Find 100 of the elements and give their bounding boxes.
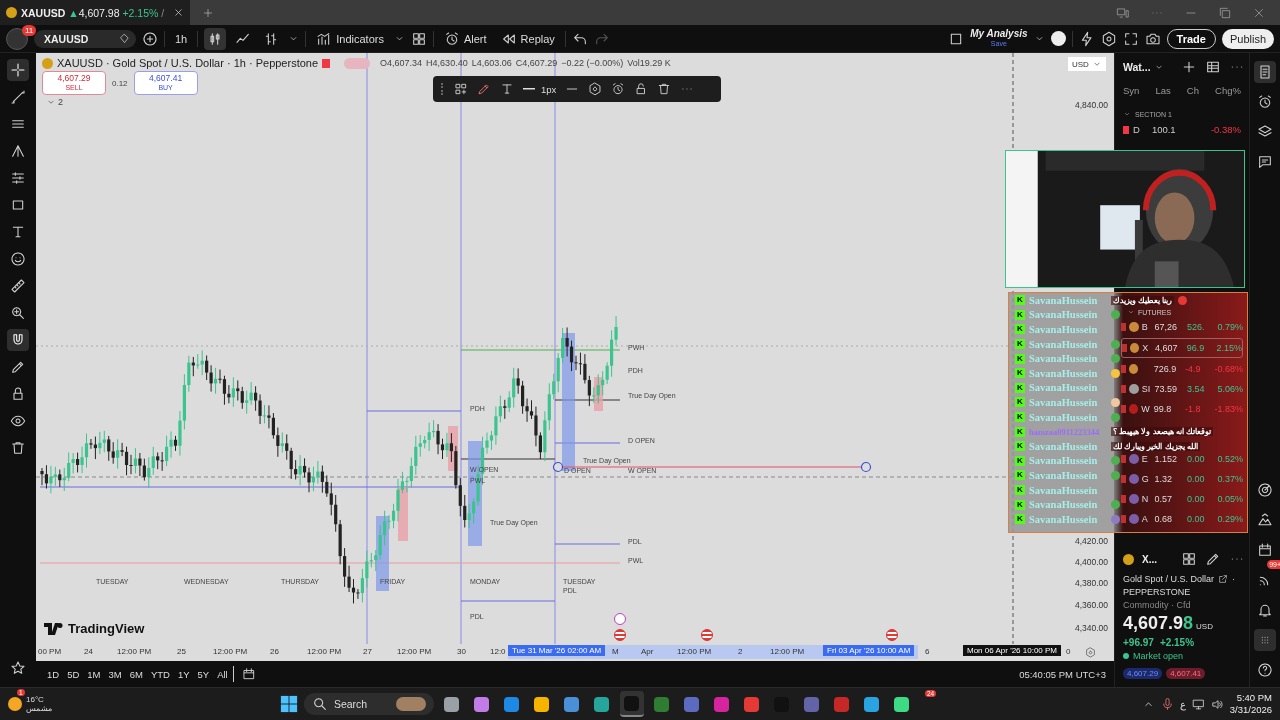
indicators-toggle[interactable]: 2 <box>42 97 70 107</box>
trash-icon[interactable] <box>657 82 672 96</box>
indicators-button[interactable]: Indicators <box>312 28 388 49</box>
zoom-icon <box>10 305 26 321</box>
toggle-icon[interactable] <box>344 57 371 69</box>
watchlist-row[interactable]: A 0.68 0.00 0.29% <box>1121 510 1243 528</box>
monitor-icon[interactable] <box>1191 697 1205 711</box>
watchlist-row[interactable]: SI 73.59 3.54 5.06% <box>1121 380 1243 398</box>
speaker-icon[interactable] <box>1210 697 1224 711</box>
chart-type-button[interactable] <box>204 27 227 50</box>
timeframe-button[interactable]: All <box>214 666 231 682</box>
watchlist-row[interactable]: B 67,26 526. 0.79% <box>1121 318 1243 336</box>
watchlist-row[interactable]: E 1.152 0.00 0.52% <box>1121 450 1243 468</box>
keyboard-language[interactable]: ع <box>1179 698 1186 710</box>
flag-icon[interactable] <box>322 58 331 68</box>
grid-icon[interactable] <box>410 30 427 47</box>
close-icon[interactable] <box>173 7 184 18</box>
column-header[interactable]: Ch <box>1186 85 1199 96</box>
flag-event-icon[interactable] <box>614 629 626 641</box>
text-icon <box>10 224 26 240</box>
caret-icon[interactable] <box>1127 308 1135 316</box>
timeframe-button[interactable]: 1D <box>44 666 63 682</box>
coin-icon <box>6 7 17 18</box>
grid-plus-icon[interactable] <box>454 82 468 96</box>
column-header[interactable]: Las <box>1155 85 1171 96</box>
layout-name[interactable]: My Analysis <box>970 28 1028 39</box>
newtab-icon[interactable] <box>202 6 214 19</box>
network-monitor-icon[interactable] <box>1116 5 1130 20</box>
flag-event-icon[interactable] <box>701 629 713 641</box>
calendar-icon[interactable] <box>241 667 256 681</box>
timeframe-button[interactable]: 1Y <box>174 666 193 682</box>
weather-icon[interactable] <box>8 697 22 711</box>
timeframe-button[interactable]: 3M <box>105 666 125 682</box>
symbol-search-field[interactable]: XAUUSD <box>34 29 136 48</box>
time-label: 24 <box>84 647 93 656</box>
pencil-icon[interactable] <box>1205 551 1221 567</box>
settings-icon[interactable] <box>588 82 603 96</box>
symbol-name[interactable]: X... <box>1142 553 1157 565</box>
interval-button[interactable]: 1h <box>171 30 192 47</box>
ask-price[interactable]: 4,607.41 <box>1166 668 1206 679</box>
smiley-icon <box>10 251 26 267</box>
time-label: 0 <box>1066 647 1071 656</box>
level-line[interactable] <box>460 349 621 351</box>
level-line[interactable] <box>39 486 461 488</box>
start-button[interactable] <box>279 695 298 713</box>
alert-button[interactable]: Alert <box>439 28 491 49</box>
price-label: 4,380.00 <box>1074 578 1108 588</box>
plus-icon[interactable] <box>1181 59 1197 75</box>
line-width-button[interactable]: 1px <box>523 83 557 95</box>
column-header[interactable]: Chg% <box>1215 85 1241 96</box>
trade-button[interactable]: Trade <box>1166 28 1216 49</box>
restore-icon[interactable] <box>1218 5 1232 20</box>
time-label: 12:00 PM <box>397 647 432 656</box>
last-price: 4,607.98 <box>1123 613 1194 634</box>
publish-button[interactable]: Publish <box>1221 28 1274 49</box>
watchlist-row[interactable]: D 100.1 -0.38% <box>1123 124 1245 135</box>
timeframe-button[interactable]: 5D <box>64 666 83 682</box>
watchlist-row[interactable]: 726.9 -4.9 -0.68% <box>1121 360 1243 378</box>
watchlist-dropdown[interactable]: Wat... <box>1123 61 1164 73</box>
timeframe-button[interactable]: 1M <box>84 666 104 682</box>
timeframe-button[interactable]: 6M <box>126 666 146 682</box>
settings-icon[interactable] <box>1100 30 1117 47</box>
system-date[interactable]: 3/31/2026 <box>1229 704 1272 716</box>
watchlist-row[interactable]: W 99.8 -1.8 -1.83% <box>1121 400 1243 418</box>
grid-icon[interactable] <box>1181 551 1197 567</box>
fullscreen-icon[interactable] <box>1122 30 1139 47</box>
watchlist-row[interactable]: X 4,607 96.9 2.15% <box>1121 338 1243 358</box>
table-icon[interactable] <box>1205 59 1221 75</box>
watchlist-row[interactable]: N 0.57 0.00 0.05% <box>1121 490 1243 508</box>
app-icon[interactable] <box>619 691 644 717</box>
document-button[interactable] <box>1254 61 1276 83</box>
currency-dropdown[interactable]: USD <box>1068 57 1106 71</box>
symbol-title[interactable]: XAUUSD · Gold Spot / U.S. Dollar · 1h · Pepperstone <box>57 57 319 69</box>
apps-button[interactable] <box>1254 629 1276 651</box>
browser-tab[interactable]: XAUUSD ▲4,607.98 +2.15% / <box>0 0 190 25</box>
watchlist-row[interactable]: G 1.32 0.00 0.37% <box>1121 470 1243 488</box>
platform-badge: K <box>1015 514 1025 525</box>
column-header[interactable]: Syn <box>1123 85 1140 96</box>
external-icon[interactable] <box>1218 574 1229 584</box>
target-icon <box>1257 482 1273 498</box>
search-field[interactable]: Search <box>303 693 434 715</box>
timeframe-button[interactable]: 5Y <box>194 666 213 682</box>
system-time[interactable]: 5:40 PM <box>1236 692 1272 704</box>
time-label: 12:00 PM <box>213 647 248 656</box>
instrument-name: Gold Spot / U.S. Dollar <box>1123 574 1215 584</box>
flag-event-icon[interactable] <box>886 629 898 641</box>
magnet-tool[interactable] <box>7 329 29 351</box>
text-icon[interactable] <box>500 82 514 96</box>
crosshair-tool[interactable] <box>7 59 29 81</box>
time-marker: Mon 06 Apr '26 10:00 PM <box>963 645 1062 656</box>
mic-icon[interactable] <box>1160 697 1174 711</box>
replay-button[interactable]: Replay <box>496 28 559 49</box>
time-label: 26 <box>270 647 279 656</box>
alarm-clock-icon <box>443 30 460 47</box>
timeframe-button[interactable]: YTD <box>147 666 173 682</box>
bid-price[interactable]: 4,607.29 <box>1123 668 1163 679</box>
time-label: Apr <box>641 647 654 656</box>
alarm-icon[interactable] <box>611 82 626 96</box>
caret-icon[interactable] <box>1123 110 1131 118</box>
status-dot-icon <box>1123 653 1129 659</box>
